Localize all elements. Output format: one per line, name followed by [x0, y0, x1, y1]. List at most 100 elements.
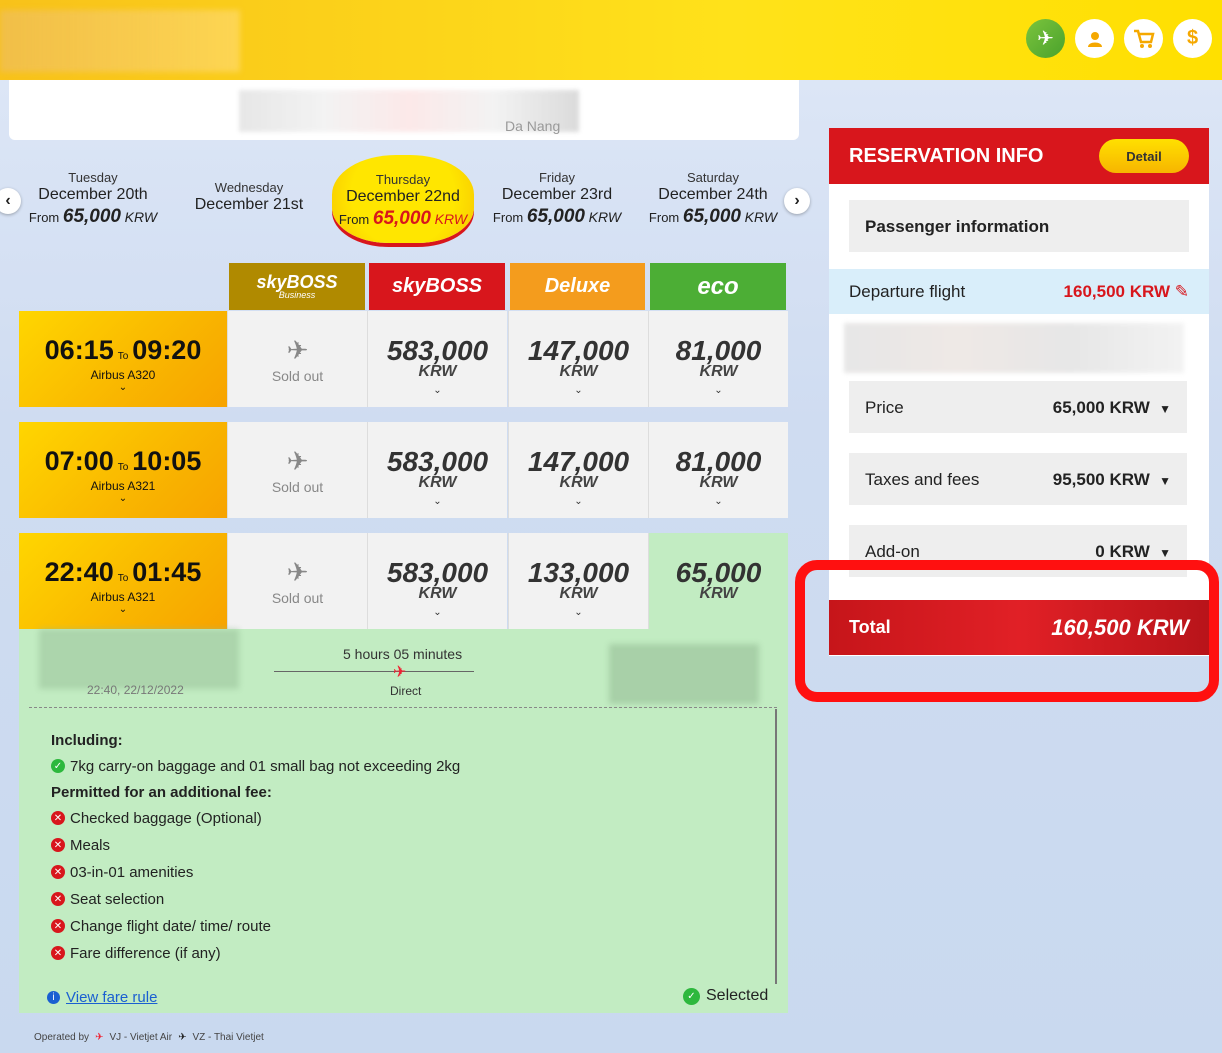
- fare-cell-business-sold: ✈ Sold out: [227, 311, 367, 407]
- check-icon: ✓: [683, 987, 700, 1005]
- view-fare-rule-link[interactable]: i View fare rule: [47, 989, 157, 1006]
- edit-icon[interactable]: ✎: [1175, 282, 1189, 301]
- fare-currency: KRW: [699, 585, 738, 602]
- cart-icon[interactable]: [1124, 19, 1163, 58]
- chevron-down-icon[interactable]: ⌄: [649, 496, 788, 507]
- fare-header-sublabel: Business: [278, 290, 316, 300]
- flight-duration: 5 hours 05 minutes: [343, 646, 463, 662]
- day-tuesday[interactable]: Tuesday December 20th From 65,000 KRW: [18, 170, 168, 228]
- flight-time-cell[interactable]: 07:00 To 10:05 Airbus A321 ⌄: [19, 422, 227, 518]
- day-saturday[interactable]: Saturday December 24th From 65,000 KRW: [638, 170, 788, 228]
- fare-header-deluxe: Deluxe: [510, 263, 645, 310]
- route-destination: Da Nang: [505, 118, 561, 134]
- list-item: ✕ Seat selection: [51, 890, 460, 908]
- list-item: ✕ 03-in-01 amenities: [51, 863, 460, 881]
- fare-cell-skyboss[interactable]: 583,000 KRW ⌄: [367, 533, 507, 629]
- price-row[interactable]: Price 65,000 KRW: [849, 381, 1187, 433]
- flight-time-cell[interactable]: 22:40 To 01:45 Airbus A321 ⌄: [19, 533, 227, 629]
- user-icon[interactable]: [1075, 19, 1114, 58]
- list-item: ✓ 7kg carry-on baggage and 01 small bag n…: [51, 757, 460, 775]
- chevron-down-icon[interactable]: ⌄: [368, 496, 507, 507]
- day-thursday-selected[interactable]: Thursday December 22nd From 65,000 KRW: [332, 155, 474, 243]
- next-date-button[interactable]: ›: [784, 188, 810, 214]
- chevron-down-icon[interactable]: ⌄: [509, 607, 648, 618]
- list-item-text: Seat selection: [70, 890, 165, 908]
- chevron-down-icon[interactable]: ⌄: [19, 382, 227, 393]
- day-friday[interactable]: Friday December 23rd From 65,000 KRW: [482, 170, 632, 228]
- day-price: From 65,000 KRW: [648, 206, 778, 227]
- fare-cell-business-sold: ✈ Sold out: [227, 533, 367, 629]
- fare-detail-panel: 5 hours 05 minutes ✈ Direct 22:40, 22/12…: [19, 629, 788, 1013]
- fare-cell-business-sold: ✈ Sold out: [227, 422, 367, 518]
- flight-time-cell[interactable]: 06:15 To 09:20 Airbus A320 ⌄: [19, 311, 227, 407]
- arrival-time: 10:05: [132, 446, 202, 476]
- aircraft-type: Airbus A321: [90, 479, 156, 493]
- departure-value-group[interactable]: 160,500 KRW ✎: [1064, 282, 1189, 301]
- list-item-text: Checked baggage (Optional): [70, 809, 262, 827]
- redacted-departure: [39, 629, 239, 689]
- redacted-flight-info: [844, 323, 1184, 373]
- chevron-down-icon[interactable]: ⌄: [649, 385, 788, 396]
- vietjet-logo-icon: ✈: [95, 1032, 104, 1043]
- flight-row[interactable]: 06:15 To 09:20 Airbus A320 ⌄ ✈ Sold out 58…: [19, 311, 788, 407]
- day-name: Tuesday: [68, 170, 118, 185]
- fare-header-label: Deluxe: [544, 275, 611, 297]
- fare-cell-eco[interactable]: 81,000 KRW ⌄: [648, 311, 788, 407]
- scrollbar[interactable]: [775, 709, 777, 984]
- departure-datetime: 22:40, 22/12/2022: [87, 683, 184, 697]
- day-wednesday[interactable]: Wednesday December 21st: [174, 180, 324, 214]
- passenger-information[interactable]: Passenger information: [849, 200, 1189, 252]
- list-item-text: 7kg carry-on baggage and 01 small bag no…: [70, 757, 461, 775]
- info-icon: i: [47, 991, 60, 1004]
- route-card: Da Nang: [9, 80, 799, 140]
- flight-row-selected[interactable]: 22:40 To 01:45 Airbus A321 ⌄ ✈ Sold out 58…: [19, 533, 788, 629]
- x-icon: ✕: [51, 892, 65, 906]
- aircraft-type: Airbus A320: [90, 368, 156, 382]
- fare-cell-eco[interactable]: 81,000 KRW ⌄: [648, 422, 788, 518]
- day-date: December 22nd: [346, 188, 460, 205]
- fare-cell-eco-selected[interactable]: 65,000 KRW: [648, 533, 788, 629]
- x-icon: ✕: [51, 919, 65, 933]
- fare-cell-deluxe[interactable]: 147,000 KRW ⌄: [508, 311, 648, 407]
- operated-by: Operated by ✈ VJ - Vietjet Air ✈ VZ - Th…: [34, 1032, 264, 1043]
- stop-type: Direct: [390, 684, 422, 698]
- fare-cell-deluxe[interactable]: 133,000 KRW ⌄: [508, 533, 648, 629]
- link-text[interactable]: View fare rule: [66, 989, 157, 1006]
- chevron-down-icon[interactable]: ⌄: [368, 607, 507, 618]
- chevron-down-icon[interactable]: ⌄: [368, 385, 507, 396]
- time-separator: To: [117, 573, 129, 584]
- price-value: 65,000 KRW: [1053, 398, 1171, 417]
- fare-cell-skyboss[interactable]: 583,000 KRW ⌄: [367, 311, 507, 407]
- redacted-title: [0, 10, 240, 72]
- chevron-down-icon[interactable]: ⌄: [19, 493, 227, 504]
- fare-header-skyboss: skyBOSS: [369, 263, 505, 310]
- taxes-row[interactable]: Taxes and fees 95,500 KRW: [849, 453, 1187, 505]
- departure-label: Departure flight: [849, 282, 966, 301]
- thai-vietjet-logo-icon: ✈: [178, 1032, 187, 1043]
- fare-cell-deluxe[interactable]: 147,000 KRW ⌄: [508, 422, 648, 518]
- day-price: From 65,000 KRW: [338, 208, 468, 229]
- day-name: Wednesday: [214, 180, 284, 195]
- chevron-down-icon[interactable]: ⌄: [509, 385, 648, 396]
- flight-row[interactable]: 07:00 To 10:05 Airbus A321 ⌄ ✈ Sold out 58…: [19, 422, 788, 518]
- check-icon: ✓: [51, 759, 65, 773]
- carrier-vj: VJ - Vietjet Air: [109, 1032, 173, 1043]
- sold-out-plane-icon: ✈: [286, 446, 309, 476]
- taxes-label: Taxes and fees: [865, 470, 980, 489]
- detail-button[interactable]: Detail: [1099, 139, 1189, 173]
- arrival-time: 01:45: [132, 557, 202, 587]
- date-carousel: ‹ Tuesday December 20th From 65,000 KRW …: [0, 150, 815, 250]
- reservation-header: RESERVATION INFO Detail: [829, 128, 1209, 184]
- list-item: ✕ Checked baggage (Optional): [51, 809, 460, 827]
- dollar-icon[interactable]: $: [1173, 19, 1212, 58]
- chevron-down-icon[interactable]: ⌄: [509, 496, 648, 507]
- fare-header-label: eco: [697, 272, 739, 300]
- fare-currency: KRW: [699, 363, 738, 380]
- departure-time: 06:15: [44, 335, 114, 365]
- fare-cell-skyboss[interactable]: 583,000 KRW ⌄: [367, 422, 507, 518]
- addon-label: Add-on: [865, 542, 920, 561]
- list-item: ✕ Change flight date/ time/ route: [51, 917, 460, 935]
- chevron-down-icon[interactable]: ⌄: [19, 604, 227, 615]
- airplane-icon[interactable]: ✈: [1026, 19, 1065, 58]
- x-icon: ✕: [51, 865, 65, 879]
